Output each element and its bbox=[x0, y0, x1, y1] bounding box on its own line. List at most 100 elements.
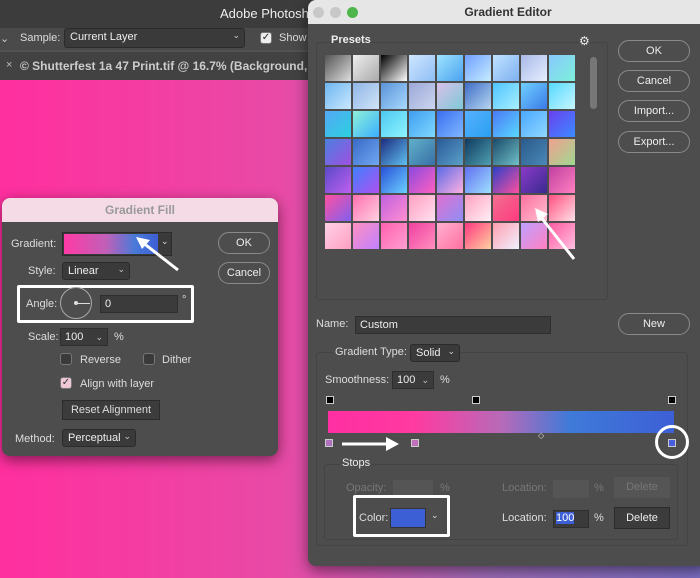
angle-input[interactable]: 0 bbox=[100, 295, 178, 313]
midpoint-diamond-icon[interactable]: ◇ bbox=[538, 431, 544, 440]
gradient-preset-swatch[interactable] bbox=[521, 139, 547, 165]
gradient-preset-swatch[interactable] bbox=[381, 195, 407, 221]
stop-color-swatch[interactable] bbox=[390, 508, 426, 528]
gradient-preset-swatch[interactable] bbox=[325, 139, 351, 165]
gradient-preset-swatch[interactable] bbox=[521, 83, 547, 109]
method-select[interactable]: Perceptual ⌄ bbox=[62, 429, 136, 447]
gradient-preset-swatch[interactable] bbox=[465, 223, 491, 249]
angle-dial[interactable] bbox=[60, 287, 92, 319]
gradient-preset-swatch[interactable] bbox=[437, 195, 463, 221]
gradient-preset-swatch[interactable] bbox=[353, 167, 379, 193]
gradient-preset-swatch[interactable] bbox=[493, 83, 519, 109]
gradient-preset-swatch[interactable] bbox=[381, 167, 407, 193]
gradient-preset-swatch[interactable] bbox=[381, 83, 407, 109]
close-icon[interactable]: × bbox=[6, 59, 12, 71]
chevron-down-icon[interactable]: ⌄ bbox=[421, 373, 429, 388]
gradient-bar[interactable] bbox=[328, 411, 674, 433]
cancel-button[interactable]: Cancel bbox=[618, 70, 690, 92]
color-delete-button[interactable]: Delete bbox=[614, 507, 670, 529]
gradient-preset-swatch[interactable] bbox=[465, 195, 491, 221]
gradient-preset-swatch[interactable] bbox=[549, 167, 575, 193]
gradient-preset-swatch[interactable] bbox=[521, 167, 547, 193]
gradient-preset-swatch[interactable] bbox=[353, 223, 379, 249]
import-button[interactable]: Import... bbox=[618, 100, 690, 122]
gradient-preset-swatch[interactable] bbox=[549, 139, 575, 165]
close-window-button[interactable] bbox=[313, 7, 324, 18]
export-button[interactable]: Export... bbox=[618, 131, 690, 153]
show-checkbox[interactable]: ✓ bbox=[260, 32, 272, 44]
color-stop[interactable] bbox=[411, 439, 419, 447]
gradient-preset-swatch[interactable] bbox=[353, 83, 379, 109]
gradient-preset-swatch[interactable] bbox=[493, 111, 519, 137]
gradient-preset-swatch[interactable] bbox=[325, 111, 351, 137]
gradient-preset-swatch[interactable] bbox=[549, 111, 575, 137]
gradient-preset-swatch[interactable] bbox=[437, 167, 463, 193]
dither-checkbox[interactable] bbox=[143, 353, 155, 365]
gradient-preset-swatch[interactable] bbox=[465, 55, 491, 81]
name-input[interactable]: Custom bbox=[355, 316, 551, 334]
gradient-preset-swatch[interactable] bbox=[409, 83, 435, 109]
gradient-preset-swatch[interactable] bbox=[409, 223, 435, 249]
gradient-preset-swatch[interactable] bbox=[437, 111, 463, 137]
gradient-preset-swatch[interactable] bbox=[493, 167, 519, 193]
gradient-preset-swatch[interactable] bbox=[465, 83, 491, 109]
gradient-preset-swatch[interactable] bbox=[381, 223, 407, 249]
chevron-down-icon[interactable]: ⌄ bbox=[0, 32, 9, 45]
scale-input[interactable]: 100 ⌄ bbox=[60, 328, 108, 346]
gradient-preset-swatch[interactable] bbox=[409, 167, 435, 193]
new-button[interactable]: New bbox=[618, 313, 690, 335]
gradient-preset-swatch[interactable] bbox=[549, 55, 575, 81]
gradient-preset-swatch[interactable] bbox=[381, 111, 407, 137]
gradient-preset-swatch[interactable] bbox=[325, 195, 351, 221]
gradient-preset-swatch[interactable] bbox=[409, 195, 435, 221]
ok-button[interactable]: OK bbox=[218, 232, 270, 254]
gradient-preset-swatch[interactable] bbox=[353, 139, 379, 165]
chevron-down-icon[interactable]: ⌄ bbox=[431, 510, 439, 521]
gradient-preset-swatch[interactable] bbox=[521, 55, 547, 81]
chevron-down-icon[interactable]: ⌄ bbox=[95, 330, 103, 345]
presets-scrollbar[interactable] bbox=[590, 57, 597, 109]
color-location-input[interactable]: 100 bbox=[553, 510, 589, 528]
gradient-preset-swatch[interactable] bbox=[381, 139, 407, 165]
ok-button[interactable]: OK bbox=[618, 40, 690, 62]
align-checkbox[interactable]: ✓ bbox=[60, 377, 72, 389]
opacity-stop[interactable] bbox=[472, 396, 480, 404]
opacity-stop[interactable] bbox=[326, 396, 334, 404]
gradient-preset-swatch[interactable] bbox=[437, 223, 463, 249]
gradient-preset-swatch[interactable] bbox=[437, 83, 463, 109]
gear-icon[interactable]: ⚙ bbox=[579, 34, 590, 48]
gradient-type-select[interactable]: Solid ⌄ bbox=[410, 344, 460, 362]
cancel-button[interactable]: Cancel bbox=[218, 262, 270, 284]
gradient-preset-swatch[interactable] bbox=[409, 55, 435, 81]
selected-color-stop[interactable] bbox=[668, 439, 676, 447]
gradient-preset-swatch[interactable] bbox=[493, 223, 519, 249]
gradient-preset-swatch[interactable] bbox=[521, 111, 547, 137]
gradient-preset-swatch[interactable] bbox=[409, 111, 435, 137]
gradient-preset-swatch[interactable] bbox=[381, 55, 407, 81]
gradient-preset-swatch[interactable] bbox=[493, 55, 519, 81]
zoom-window-button[interactable] bbox=[347, 7, 358, 18]
gradient-preset-swatch[interactable] bbox=[465, 167, 491, 193]
color-stop[interactable] bbox=[325, 439, 333, 447]
gradient-preset-swatch[interactable] bbox=[325, 167, 351, 193]
style-select[interactable]: Linear ⌄ bbox=[62, 262, 130, 280]
gradient-preset-swatch[interactable] bbox=[353, 195, 379, 221]
gradient-preset-swatch[interactable] bbox=[325, 83, 351, 109]
gradient-preset-swatch[interactable] bbox=[465, 139, 491, 165]
reset-alignment-button[interactable]: Reset Alignment bbox=[62, 400, 160, 420]
gradient-preset-swatch[interactable] bbox=[437, 139, 463, 165]
gradient-preset-swatch[interactable] bbox=[325, 55, 351, 81]
sample-select[interactable]: Current Layer ⌄ bbox=[64, 28, 245, 48]
opacity-stop[interactable] bbox=[668, 396, 676, 404]
gradient-preset-swatch[interactable] bbox=[549, 83, 575, 109]
minimize-window-button[interactable] bbox=[330, 7, 341, 18]
reverse-checkbox[interactable] bbox=[60, 353, 72, 365]
gradient-preset-swatch[interactable] bbox=[465, 111, 491, 137]
gradient-preset-swatch[interactable] bbox=[493, 195, 519, 221]
gradient-preset-swatch[interactable] bbox=[437, 55, 463, 81]
gradient-preset-swatch[interactable] bbox=[353, 55, 379, 81]
gradient-preset-swatch[interactable] bbox=[409, 139, 435, 165]
gradient-preset-swatch[interactable] bbox=[493, 139, 519, 165]
gradient-preset-swatch[interactable] bbox=[325, 223, 351, 249]
gradient-preset-swatch[interactable] bbox=[353, 111, 379, 137]
